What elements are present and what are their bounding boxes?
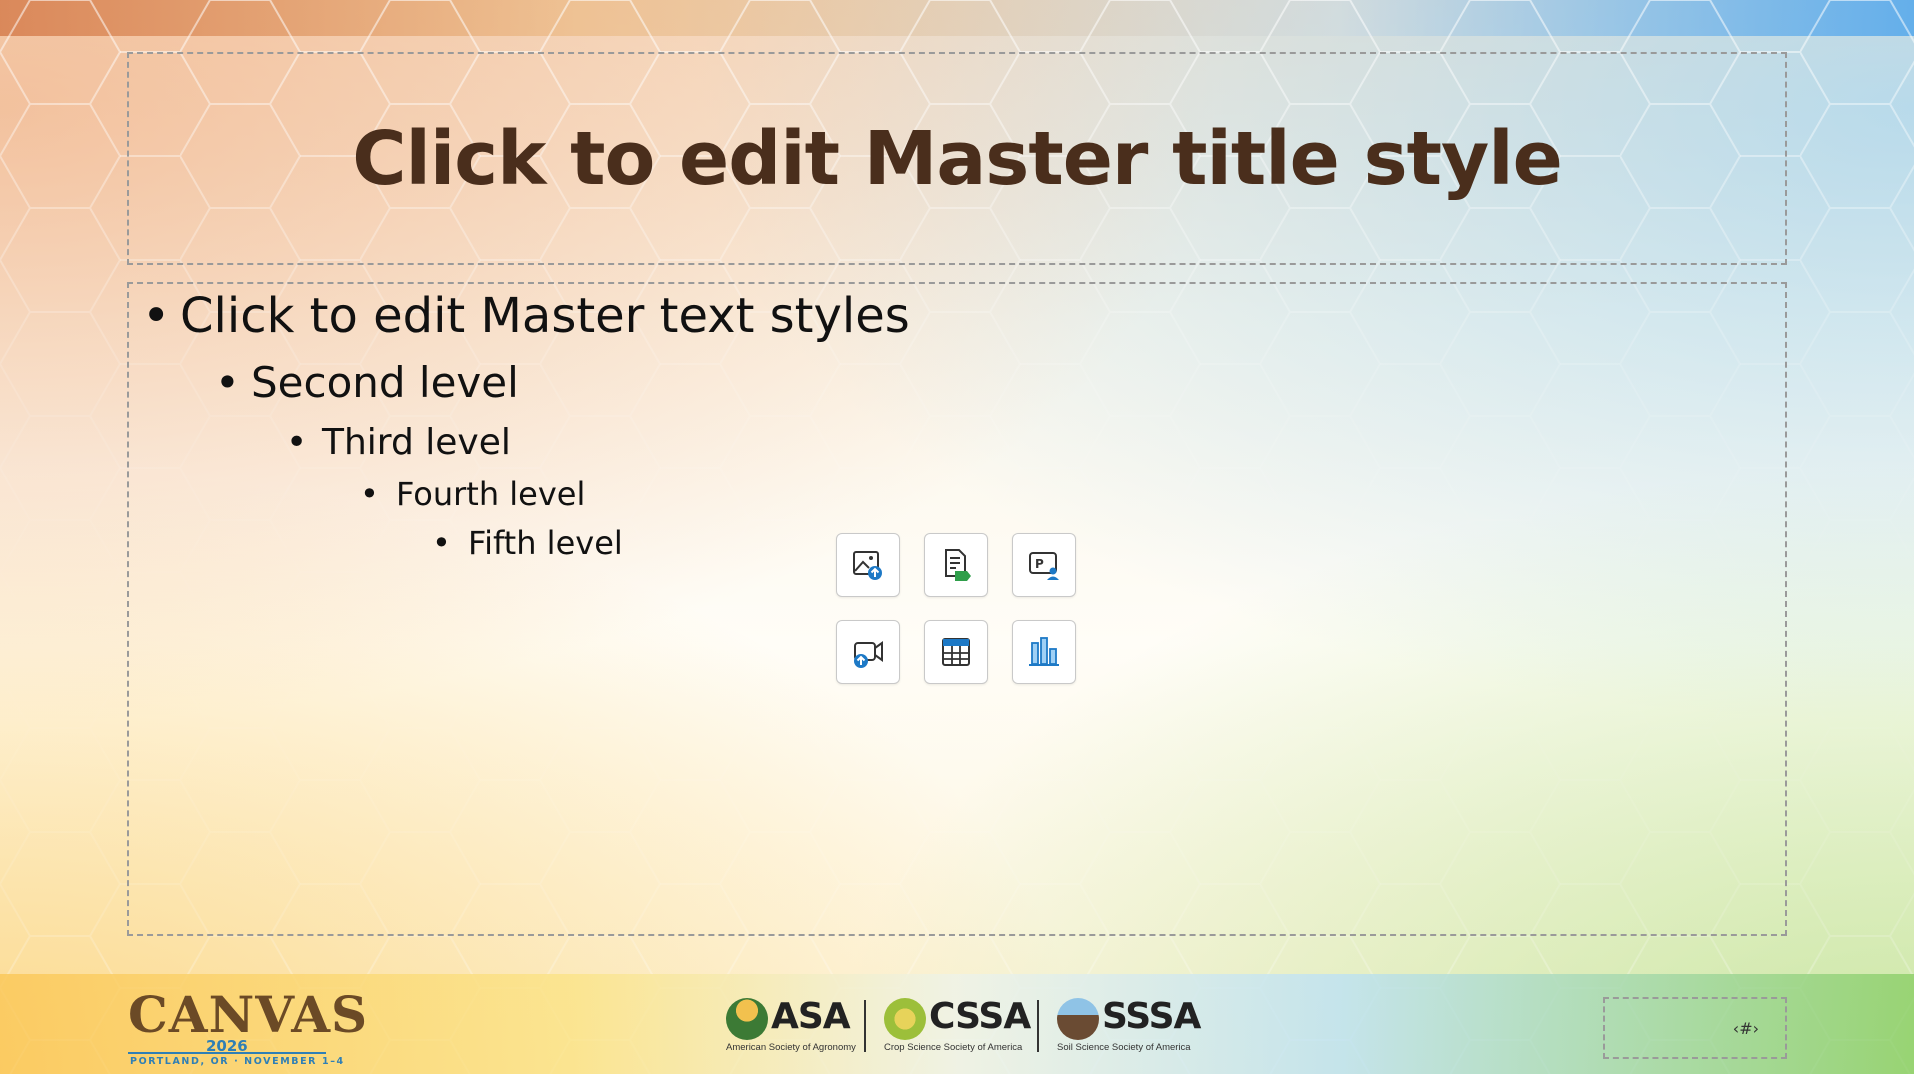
text-level-1-label: Click to edit Master text styles <box>180 288 910 344</box>
svg-text:P: P <box>1035 557 1044 571</box>
slide-number-placeholder[interactable]: ‹#› <box>1603 997 1787 1059</box>
text-level-2-label: Second level <box>251 358 519 407</box>
text-level-3-label: Third level <box>322 422 511 463</box>
bullet: • <box>286 422 308 463</box>
canvas-logo-word: CANVAS <box>128 985 369 1044</box>
insert-video-icon <box>854 641 883 668</box>
text-level-3[interactable]: • Third level <box>286 422 511 463</box>
cssa-full-name: Crop Science Society of America <box>884 1042 1023 1053</box>
asa-full-name: American Society of Agronomy <box>726 1042 856 1053</box>
text-level-1[interactable]: • Click to edit Master text styles <box>142 288 910 344</box>
insert-table-button[interactable] <box>924 620 988 684</box>
text-level-4[interactable]: • Fourth level <box>360 475 586 513</box>
title-placeholder[interactable]: Click to edit Master title style <box>127 52 1787 265</box>
insert-chart-icon <box>1029 637 1059 666</box>
cameo-button[interactable]: P <box>1012 533 1076 597</box>
cssa-logo: CSSA Crop Science Society of America <box>884 996 1031 1053</box>
bullet: • <box>215 358 240 407</box>
asa-abbr: ASA <box>771 996 851 1037</box>
insert-table-icon <box>942 638 970 666</box>
insert-video-button[interactable] <box>836 620 900 684</box>
cameo-icon: P <box>1029 552 1059 580</box>
bullet: • <box>360 475 379 513</box>
logo-divider <box>1037 1000 1039 1052</box>
sssa-full-name: Soil Science Society of America <box>1057 1042 1191 1053</box>
asa-logo: ASA American Society of Agronomy <box>726 996 856 1053</box>
canvas-event-logo: CANVAS 2026 PORTLAND, OR · NOVEMBER 1–4 <box>128 985 369 1067</box>
insert-picture-button[interactable] <box>836 533 900 597</box>
asa-logo-mark <box>726 998 768 1040</box>
sssa-logo-mark <box>1057 998 1099 1040</box>
bullet: • <box>142 288 171 344</box>
master-title[interactable]: Click to edit Master title style <box>352 116 1563 202</box>
insert-picture-icon <box>853 551 882 580</box>
sssa-logo: SSSA Soil Science Society of America <box>1057 996 1201 1053</box>
sssa-abbr: SSSA <box>1102 996 1201 1037</box>
cssa-logo-mark <box>884 998 926 1040</box>
slide-number: ‹#› <box>1732 1018 1759 1038</box>
canvas-logo-subtitle: PORTLAND, OR · NOVEMBER 1–4 <box>130 1056 345 1067</box>
canvas-logo-year: 2026 <box>206 1037 248 1055</box>
text-level-5-label: Fifth level <box>468 524 623 562</box>
insert-chart-button[interactable] <box>1012 620 1076 684</box>
cssa-abbr: CSSA <box>929 996 1031 1037</box>
text-level-2[interactable]: • Second level <box>215 358 519 407</box>
insert-text-file-button[interactable] <box>924 533 988 597</box>
logo-divider <box>864 1000 866 1052</box>
text-level-4-label: Fourth level <box>396 475 586 513</box>
insert-text-file-icon <box>945 549 971 581</box>
text-level-5[interactable]: • Fifth level <box>432 524 623 562</box>
bullet: • <box>432 524 451 562</box>
